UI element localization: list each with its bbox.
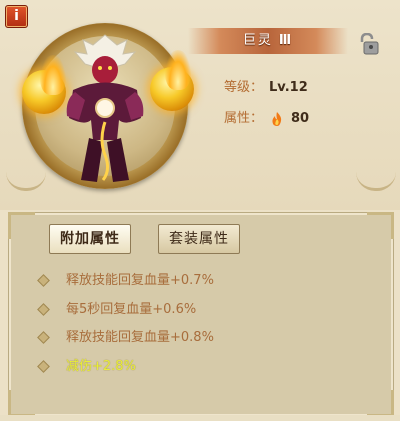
- info-button[interactable]: i: [5, 5, 28, 28]
- right-flame: [165, 50, 191, 90]
- hero-rank: Ⅲ: [278, 33, 294, 48]
- level-row: 等级： Lv.12: [224, 76, 308, 95]
- hero-header-area: i 巨灵 Ⅲ 等级： Lv.12 属性： 80: [0, 0, 400, 210]
- diamond-bullet-icon: [37, 274, 50, 287]
- attribute-line: 释放技能回复血量+0.7%: [37, 269, 214, 288]
- level-label: 等级：: [224, 80, 264, 95]
- fire-icon: [272, 111, 282, 126]
- attribute-panel: 附加属性 套装属性 释放技能回复血量+0.7% 每5秒回复血量+0.6% 释放技…: [8, 212, 394, 417]
- right-ornament: [356, 172, 396, 191]
- diamond-bullet-icon: [37, 331, 50, 344]
- panel-corner-tr: [367, 212, 394, 239]
- hero-name-banner: 巨灵 Ⅲ: [188, 28, 348, 54]
- bottom-border: [0, 415, 400, 421]
- attribute-value: 80: [291, 111, 310, 126]
- unlock-icon[interactable]: [358, 33, 380, 55]
- level-value: Lv.12: [269, 80, 308, 95]
- panel-corner-tl: [8, 212, 35, 239]
- tab-additional-attributes[interactable]: 附加属性: [49, 224, 131, 254]
- panel-corner-bl: [8, 390, 35, 417]
- attribute-text: 减伤+2.8%: [66, 359, 136, 374]
- attribute-label: 属性：: [224, 111, 264, 126]
- diamond-bullet-icon: [37, 303, 50, 316]
- diamond-bullet-icon: [37, 360, 50, 373]
- hero-name: 巨灵: [242, 33, 273, 48]
- panel-corner-br: [367, 390, 394, 417]
- attribute-text: 每5秒回复血量+0.6%: [66, 302, 197, 317]
- attribute-row: 属性： 80: [224, 107, 309, 127]
- attribute-line: 减伤+2.8%: [37, 355, 136, 374]
- left-ornament: [6, 172, 46, 191]
- hero-character-image: [66, 34, 144, 182]
- attribute-text: 释放技能回复血量+0.8%: [66, 330, 214, 345]
- attribute-text: 释放技能回复血量+0.7%: [66, 273, 214, 288]
- attribute-line: 每5秒回复血量+0.6%: [37, 298, 197, 317]
- attribute-line: 释放技能回复血量+0.8%: [37, 326, 214, 345]
- tab-set-attributes[interactable]: 套装属性: [158, 224, 240, 254]
